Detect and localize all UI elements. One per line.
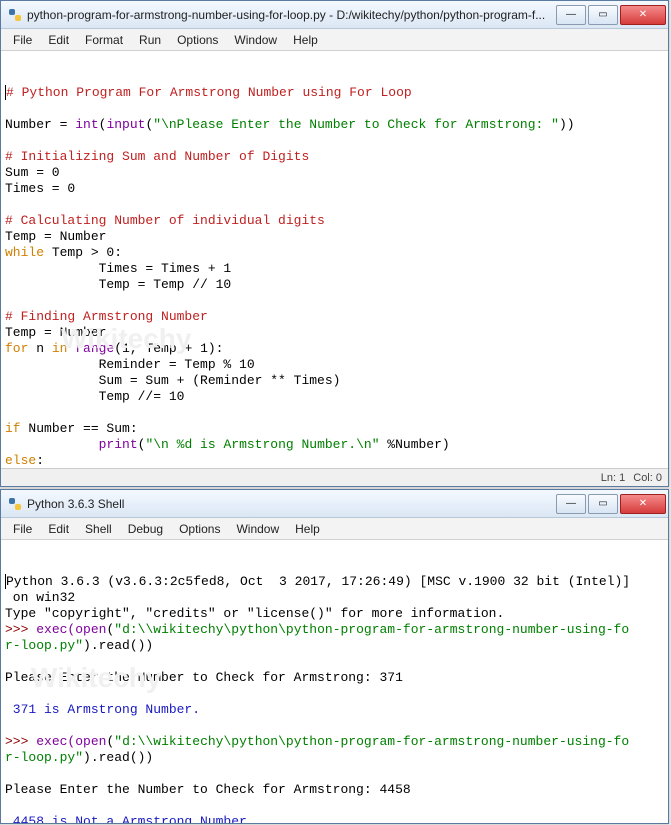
status-line: Ln: 1: [601, 472, 625, 484]
window-controls: — ▭ ✕: [554, 5, 666, 25]
maximize-button[interactable]: ▭: [588, 5, 618, 25]
menu-debug[interactable]: Debug: [120, 520, 171, 538]
menu-window[interactable]: Window: [226, 31, 285, 49]
python-icon: [7, 496, 23, 512]
minimize-button[interactable]: —: [556, 5, 586, 25]
menu-file[interactable]: File: [5, 31, 40, 49]
editor-title: python-program-for-armstrong-number-usin…: [27, 8, 550, 22]
python-icon: [7, 7, 23, 23]
shell-title: Python 3.6.3 Shell: [27, 497, 550, 511]
menu-edit[interactable]: Edit: [40, 31, 77, 49]
shell-titlebar[interactable]: Python 3.6.3 Shell — ▭ ✕: [1, 490, 668, 518]
menu-help[interactable]: Help: [285, 31, 326, 49]
menu-help[interactable]: Help: [287, 520, 328, 538]
shell-output[interactable]: Wikitechy Python 3.6.3 (v3.6.3:2c5fed8, …: [1, 540, 668, 823]
menu-run[interactable]: Run: [131, 31, 169, 49]
editor-menubar: File Edit Format Run Options Window Help: [1, 29, 668, 51]
menu-shell[interactable]: Shell: [77, 520, 120, 538]
menu-options[interactable]: Options: [169, 31, 226, 49]
menu-options[interactable]: Options: [171, 520, 228, 538]
menu-format[interactable]: Format: [77, 31, 131, 49]
menu-window[interactable]: Window: [228, 520, 287, 538]
editor-statusbar: Ln: 1 Col: 0: [1, 468, 668, 486]
maximize-button[interactable]: ▭: [588, 494, 618, 514]
editor-window: python-program-for-armstrong-number-usin…: [0, 0, 669, 487]
close-button[interactable]: ✕: [620, 5, 666, 25]
code-editor[interactable]: Wikitechy # Python Program For Armstrong…: [1, 51, 668, 468]
window-controls: — ▭ ✕: [554, 494, 666, 514]
shell-menubar: File Edit Shell Debug Options Window Hel…: [1, 518, 668, 540]
close-button[interactable]: ✕: [620, 494, 666, 514]
menu-file[interactable]: File: [5, 520, 40, 538]
shell-window: Python 3.6.3 Shell — ▭ ✕ File Edit Shell…: [0, 489, 669, 824]
status-col: Col: 0: [633, 472, 662, 484]
minimize-button[interactable]: —: [556, 494, 586, 514]
menu-edit[interactable]: Edit: [40, 520, 77, 538]
editor-titlebar[interactable]: python-program-for-armstrong-number-usin…: [1, 1, 668, 29]
